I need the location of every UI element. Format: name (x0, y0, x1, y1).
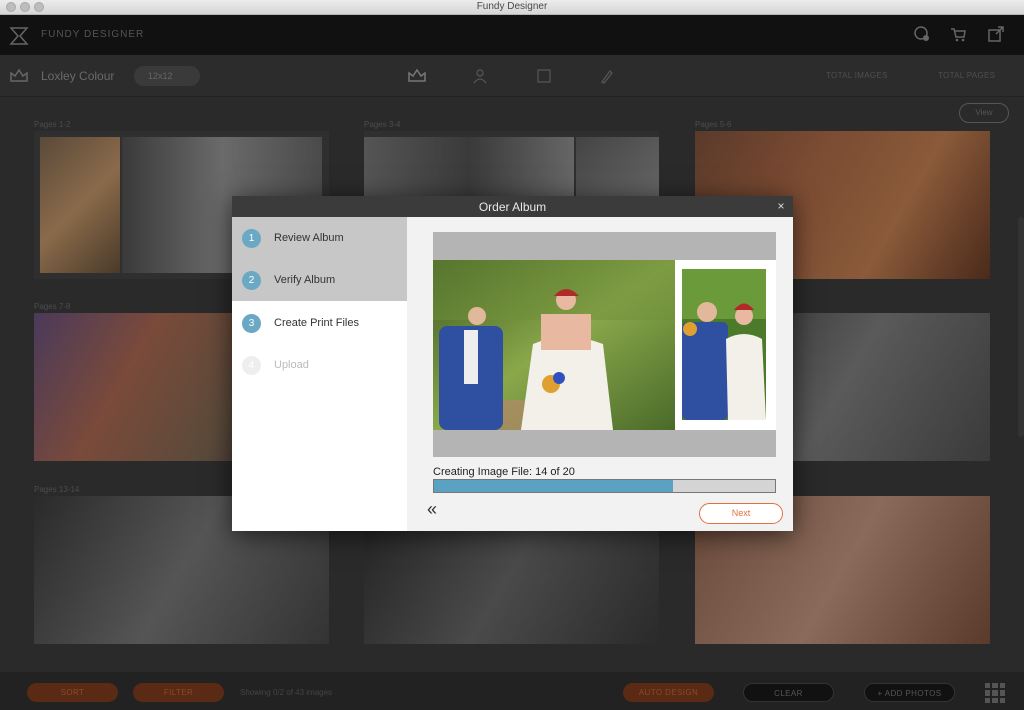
close-icon[interactable]: × (775, 199, 787, 213)
sort-button[interactable]: SORT (27, 683, 118, 702)
step-number: 1 (242, 229, 261, 248)
step-label: Review Album (274, 232, 344, 244)
window-titlebar: Fundy Designer (0, 0, 1024, 15)
step-number: 2 (242, 271, 261, 290)
view-button[interactable]: View (959, 103, 1009, 123)
dialog-header: Order Album × (232, 196, 793, 217)
clear-button[interactable]: CLEAR (743, 683, 834, 702)
export-icon[interactable] (987, 25, 1005, 43)
album-icon (9, 67, 29, 90)
preview-right-page (675, 260, 776, 430)
chevron-double-left-icon[interactable]: « (423, 500, 441, 518)
preview-photo-embrace (682, 269, 766, 420)
total-pages-stat: TOTAL PAGES (938, 71, 996, 80)
app-header: FUNDY DESIGNER (0, 15, 1024, 55)
filter-button[interactable]: FILTER (133, 683, 224, 702)
step-label: Verify Album (274, 274, 336, 286)
album-view-icon[interactable] (407, 67, 426, 85)
bottom-toolbar: SORT FILTER Showing 0/2 of 43 images AUT… (0, 672, 1024, 710)
grid-view-icon[interactable] (985, 683, 1005, 703)
spread-preview (433, 232, 776, 457)
order-steps: 1 Review Album 2 Verify Album 3 Create P… (232, 217, 407, 531)
step-upload: 4 Upload (232, 344, 407, 386)
step-label: Create Print Files (274, 317, 359, 329)
step-create-print-files[interactable]: 3 Create Print Files (232, 302, 407, 344)
help-icon[interactable] (913, 25, 931, 43)
order-album-dialog: Order Album × 1 Review Album 2 Verify Al… (232, 196, 793, 531)
total-images-stat: TOTAL IMAGES (826, 71, 888, 80)
step-label: Upload (274, 359, 309, 371)
preview-photo-couple (433, 260, 675, 430)
frame-icon[interactable] (535, 67, 553, 85)
cart-icon[interactable] (949, 25, 967, 43)
step-review-album[interactable]: 1 Review Album (232, 217, 407, 259)
showing-count: Showing 0/2 of 43 images (240, 688, 333, 697)
step-number: 3 (242, 314, 261, 333)
people-icon[interactable] (471, 67, 489, 85)
progress-bar (433, 479, 776, 493)
spread-label: Pages 5-6 (695, 120, 732, 129)
spread-label: Pages 1-2 (34, 120, 71, 129)
album-name: Loxley Colour (41, 69, 115, 83)
progress-fill (434, 480, 673, 492)
album-toolbar: Loxley Colour 12x12 TOTAL IMAGES TOTAL P… (0, 55, 1024, 97)
app-brand: FUNDY DESIGNER (41, 29, 145, 40)
auto-design-button[interactable]: AUTO DESIGN (623, 683, 714, 702)
album-size: 12x12 (148, 71, 173, 81)
progress-label: Creating Image File: 14 of 20 (433, 466, 575, 478)
spread-label: Pages 3-4 (364, 120, 401, 129)
grid-scrollbar[interactable] (1018, 217, 1024, 437)
album-size-selector[interactable]: 12x12 (134, 66, 200, 86)
add-photos-button[interactable]: + ADD PHOTOS (864, 683, 955, 702)
step-number: 4 (242, 356, 261, 375)
next-button[interactable]: Next (699, 503, 783, 524)
spread-label: Pages 13-14 (34, 485, 80, 494)
brush-icon[interactable] (598, 67, 616, 85)
step-verify-album[interactable]: 2 Verify Album (232, 259, 407, 301)
spread-label: Pages 7-8 (34, 302, 71, 311)
window-title: Fundy Designer (476, 1, 548, 12)
logo-icon (8, 24, 30, 46)
dialog-title: Order Album (478, 200, 547, 214)
